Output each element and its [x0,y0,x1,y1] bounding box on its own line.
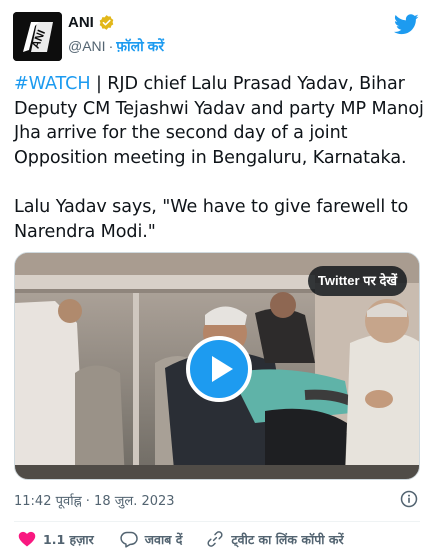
follow-button[interactable]: फ़ॉलो करें [116,38,164,54]
tweet-paragraph-1: #WATCH | RJD chief Lalu Prasad Yadav, Bi… [14,72,424,170]
reply-icon [120,531,138,548]
avatar[interactable]: ANI [13,12,62,61]
tweet-timestamp[interactable]: 11:42 पूर्वाह्न · 18 जुल. 2023 [14,491,175,509]
video-thumbnail[interactable]: Twitter पर देखें [14,252,420,480]
author-handle[interactable]: @ANI [68,38,106,54]
link-icon [207,531,223,547]
twitter-bird-icon[interactable] [394,14,419,35]
copy-link-button[interactable]: ट्वीट का लिंक कॉपी करें [206,530,344,548]
ani-logo-icon: ANI [13,12,62,61]
handle-line: @ANI · फ़ॉलो करें [68,37,164,56]
author-line: ANI [68,14,115,31]
reply-button[interactable]: जवाब दें [120,531,183,548]
watch-on-twitter-button[interactable]: Twitter पर देखें [307,266,407,296]
action-bar: 1.1 हज़ार जवाब दें ट्वीट का लिंक कॉपी कर… [14,528,344,549]
verified-badge-icon [99,15,114,30]
hashtag-link[interactable]: #WATCH [14,74,91,94]
divider [14,521,420,522]
author-name[interactable]: ANI [68,14,94,31]
tweet-quote: Lalu Yadav says, "We have to give farewe… [14,197,409,242]
tweet-text: #WATCH | RJD chief Lalu Prasad Yadav, Bi… [14,72,424,244]
like-button[interactable]: 1.1 हज़ार [18,531,94,548]
info-icon[interactable] [400,490,418,508]
tweet-card: ANI ANI @ANI · फ़ॉलो करें #WATCH | RJD chi… [0,0,433,549]
like-count: 1.1 हज़ार [43,531,94,547]
play-icon [211,356,233,382]
reply-label: जवाब दें [144,531,183,547]
heart-icon [18,531,36,547]
copy-link-label: ट्वीट का लिंक कॉपी करें [231,531,344,547]
play-button[interactable] [186,336,252,402]
handle-separator: · [108,38,114,54]
